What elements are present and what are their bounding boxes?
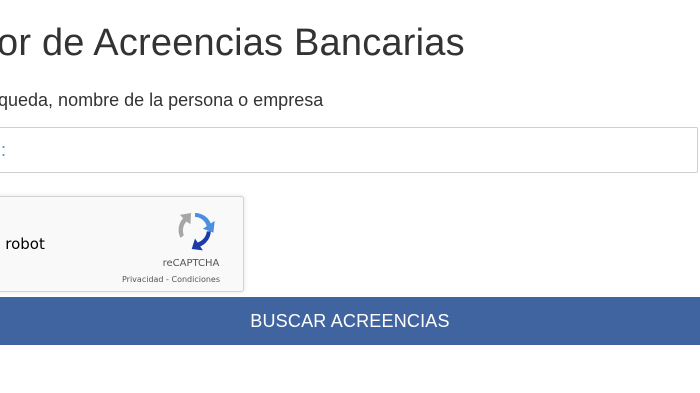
recaptcha-logo-icon bbox=[178, 212, 215, 251]
page: or de Acreencias Bancarias queda, nombre… bbox=[0, 0, 700, 393]
recaptcha-widget: n robot reCAPTCHA Privacidad - Condicion… bbox=[0, 196, 244, 292]
page-title: or de Acreencias Bancarias bbox=[0, 22, 465, 64]
search-button[interactable]: BUSCAR ACREENCIAS bbox=[0, 297, 700, 345]
terms-link[interactable]: Condiciones bbox=[171, 275, 220, 284]
search-instructions: queda, nombre de la persona o empresa bbox=[0, 90, 324, 110]
recaptcha-checkbox-label-text: n robot bbox=[0, 235, 45, 253]
privacy-link[interactable]: Privacidad bbox=[122, 275, 164, 284]
recaptcha-checkbox-label[interactable]: n robot bbox=[0, 235, 53, 253]
recaptcha-links: Privacidad - Condiciones bbox=[106, 275, 236, 284]
search-input[interactable] bbox=[0, 127, 698, 173]
recaptcha-brand: reCAPTCHA bbox=[162, 258, 220, 269]
